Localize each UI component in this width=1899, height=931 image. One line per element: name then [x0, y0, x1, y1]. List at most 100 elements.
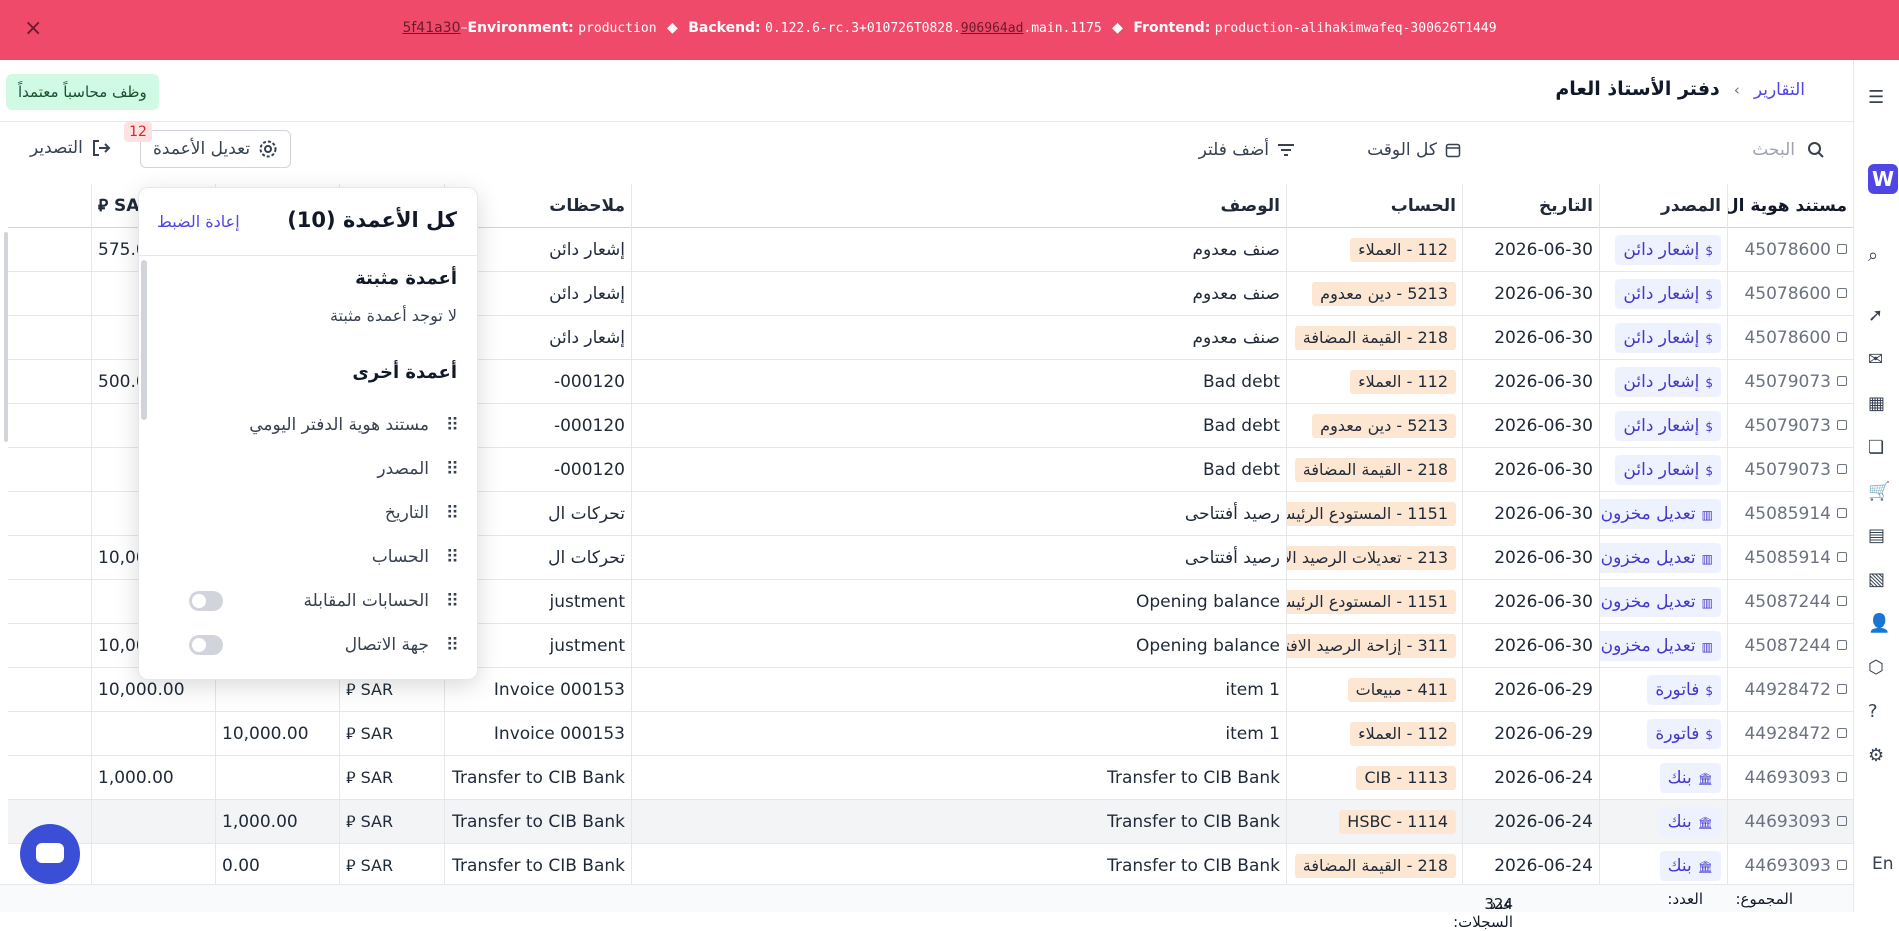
cart-icon[interactable]: 🛒 [1868, 482, 1890, 502]
source-badge[interactable]: $إشعار دائن [1615, 323, 1721, 353]
source-cell[interactable]: $إشعار دائن [1599, 360, 1727, 404]
time-filter-button[interactable]: كل الوقت [1367, 140, 1461, 160]
source-badge[interactable]: $إشعار دائن [1615, 455, 1721, 485]
drag-handle-icon[interactable]: ⠿ [443, 635, 459, 656]
table-row[interactable]: 44928472 $فاتورة 2026-06-29 112 - العملاء it… [8, 712, 1853, 756]
account-badge[interactable]: HSBC - 1114 [1339, 810, 1456, 834]
inbox-icon[interactable]: ✉ [1868, 350, 1890, 370]
source-cell[interactable]: ▥تعديل مخزون [1599, 536, 1727, 580]
doc-id-cell[interactable]: 45085914 [1727, 536, 1853, 580]
column-list-item[interactable]: ⠿ المصدر [157, 454, 459, 484]
column-visibility-toggle[interactable] [189, 635, 223, 655]
column-header-account[interactable]: الحساب [1286, 184, 1462, 228]
column-list-item[interactable]: ⠿ التاريخ [157, 498, 459, 528]
doc-id-cell[interactable]: 45079073 [1727, 448, 1853, 492]
source-cell[interactable]: $إشعار دائن [1599, 448, 1727, 492]
doc-id-cell[interactable]: 44693093 [1727, 800, 1853, 844]
receipt-icon[interactable]: ▤ [1868, 526, 1890, 546]
column-list-item[interactable]: ⠿ جهة الاتصال [157, 630, 459, 660]
doc-id-cell[interactable]: 45079073 [1727, 360, 1853, 404]
source-cell[interactable]: $إشعار دائن [1599, 228, 1727, 272]
source-cell[interactable]: 🏛بنك [1599, 756, 1727, 800]
source-cell[interactable]: ▥تعديل مخزون [1599, 624, 1727, 668]
doc-id-cell[interactable]: 45087244 [1727, 624, 1853, 668]
column-header-doc-id[interactable]: مستند هوية ال... [1727, 184, 1853, 228]
doc-id-cell[interactable]: 45078600 [1727, 272, 1853, 316]
column-header-source[interactable]: المصدر [1599, 184, 1727, 228]
doc-id-cell[interactable]: 45079073 [1727, 404, 1853, 448]
source-badge[interactable]: $إشعار دائن [1615, 411, 1721, 441]
account-badge[interactable]: 5213 - دين معدوم [1312, 414, 1456, 438]
account-badge[interactable]: 218 - القيمة المضافة [1294, 326, 1456, 350]
breadcrumb-reports[interactable]: التقارير [1754, 80, 1805, 100]
account-badge[interactable]: 411 - مبيعات [1347, 678, 1456, 702]
column-list-item[interactable]: ⠿ الموظف [157, 674, 459, 680]
commit-link[interactable]: 5f41a30 [402, 20, 460, 36]
doc-id-cell[interactable]: 45087244 [1727, 580, 1853, 624]
column-list-item[interactable]: ⠿ الحساب [157, 542, 459, 572]
drag-handle-icon[interactable]: ⠿ [443, 547, 459, 568]
account-badge[interactable]: 218 - القيمة المضافة [1294, 854, 1456, 878]
drag-handle-icon[interactable]: ⠿ [443, 415, 459, 436]
source-badge[interactable]: 🏛بنك [1659, 807, 1721, 837]
source-badge[interactable]: 🏛بنك [1659, 851, 1721, 881]
reset-columns-button[interactable]: إعادة الضبط [157, 212, 240, 231]
columns-panel-scrollbar[interactable] [141, 260, 147, 420]
doc-id-cell[interactable]: 45078600 [1727, 228, 1853, 272]
export-button[interactable]: التصدير [30, 138, 111, 158]
source-badge[interactable]: $إشعار دائن [1615, 279, 1721, 309]
table-scrollbar-left[interactable] [4, 232, 8, 442]
search-icon[interactable]: ⌕ [1868, 246, 1890, 266]
column-visibility-toggle[interactable] [189, 591, 223, 611]
doc-id-cell[interactable]: 44693093 [1727, 844, 1853, 888]
menu-collapse-icon[interactable]: ☰ [1868, 88, 1890, 108]
doc-id-cell[interactable]: 44928472 [1727, 668, 1853, 712]
source-cell[interactable]: ▥تعديل مخزون [1599, 492, 1727, 536]
account-badge[interactable]: 112 - العملاء [1350, 238, 1456, 262]
account-badge[interactable]: 311 - إزاحة الرصيد الافتتاحي [1287, 634, 1456, 658]
source-cell[interactable]: $فاتورة [1599, 668, 1727, 712]
source-badge[interactable]: $فاتورة [1647, 719, 1721, 749]
edit-columns-button[interactable]: تعديل الأعمدة [140, 130, 292, 168]
source-cell[interactable]: $إشعار دائن [1599, 316, 1727, 360]
backend-commit-link[interactable]: 906964ad [961, 21, 1024, 36]
account-badge[interactable]: CIB - 1113 [1356, 766, 1456, 790]
source-badge[interactable]: ▥تعديل مخزون [1600, 631, 1721, 661]
source-cell[interactable]: $إشعار دائن [1599, 404, 1727, 448]
search-box[interactable]: البحث [1752, 140, 1825, 160]
hire-accountant-button[interactable]: وظف محاسباً معتمداً [6, 74, 159, 110]
drag-handle-icon[interactable]: ⠿ [443, 591, 459, 612]
column-visibility-toggle[interactable] [189, 679, 223, 680]
source-badge[interactable]: ▥تعديل مخزون [1600, 499, 1721, 529]
chat-support-button[interactable] [20, 824, 80, 884]
search-input[interactable]: البحث [1752, 140, 1795, 160]
doc-id-cell[interactable]: 44928472 [1727, 712, 1853, 756]
source-badge[interactable]: $إشعار دائن [1615, 235, 1721, 265]
account-badge[interactable]: 112 - العملاء [1350, 370, 1456, 394]
doc-id-cell[interactable]: 44693093 [1727, 756, 1853, 800]
language-toggle[interactable]: En [1872, 854, 1894, 874]
source-cell[interactable]: 🏛بنك [1599, 800, 1727, 844]
source-badge[interactable]: ▥تعديل مخزون [1600, 587, 1721, 617]
box-icon[interactable]: ⬡ [1868, 658, 1890, 678]
add-filter-button[interactable]: أضف فلتر [1199, 140, 1295, 160]
column-list-item[interactable]: ⠿ مستند هوية الدفتر اليومي [157, 410, 459, 440]
invoice-icon[interactable]: ▧ [1868, 570, 1890, 590]
account-badge[interactable]: 218 - القيمة المضافة [1294, 458, 1456, 482]
source-cell[interactable]: $إشعار دائن [1599, 272, 1727, 316]
table-row[interactable]: 44693093 🏛بنك 2026-06-24 HSBC - 1114 Transfe… [8, 800, 1853, 844]
app-logo[interactable]: W [1868, 164, 1898, 194]
source-badge[interactable]: 🏛بنك [1659, 763, 1721, 793]
settings-icon[interactable]: ⚙ [1868, 746, 1890, 766]
dashboard-icon[interactable]: ▦ [1868, 394, 1890, 414]
account-badge[interactable]: 1151 - المستودع الرئيسي [1287, 502, 1456, 526]
source-badge[interactable]: $فاتورة [1647, 675, 1721, 705]
account-badge[interactable]: 112 - العملاء [1350, 722, 1456, 746]
doc-id-cell[interactable]: 45085914 [1727, 492, 1853, 536]
rocket-icon[interactable]: ➚ [1868, 306, 1890, 326]
column-header-date[interactable]: التاريخ [1462, 184, 1599, 228]
column-header-description[interactable]: الوصف [631, 184, 1286, 228]
drag-handle-icon[interactable]: ⠿ [443, 503, 459, 524]
documents-icon[interactable]: ❏ [1868, 438, 1890, 458]
account-badge[interactable]: 1151 - المستودع الرئيسي [1287, 590, 1456, 614]
